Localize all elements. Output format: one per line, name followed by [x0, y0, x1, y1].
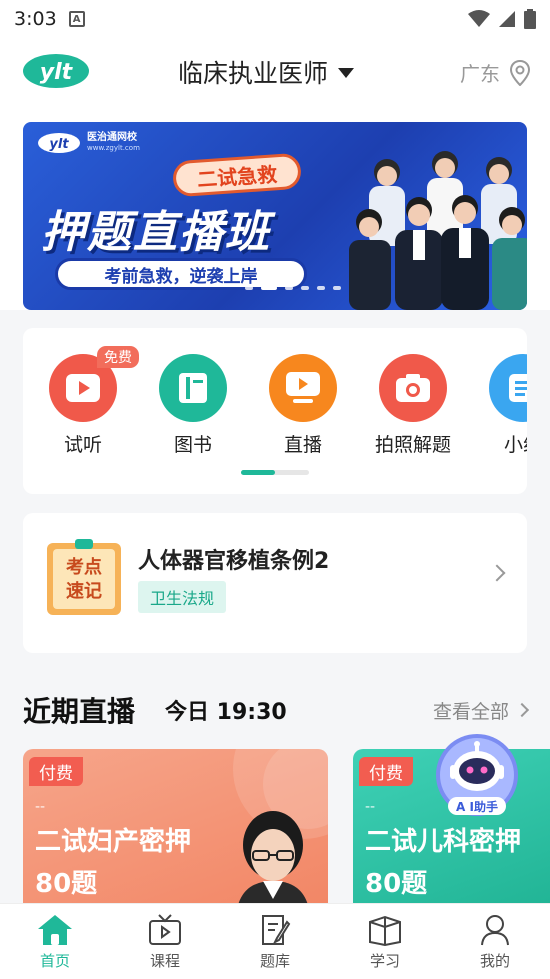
signal-icon — [499, 11, 515, 27]
banner-logo: ylt — [38, 133, 80, 153]
pagination-dot[interactable] — [317, 286, 325, 290]
status-bar: 3:03 A — [0, 0, 550, 38]
ai-assistant-label: A I助手 — [448, 797, 506, 815]
pagination-dot[interactable] — [285, 286, 293, 290]
svg-text:ylt: ylt — [40, 60, 74, 85]
notification-icon: A — [68, 11, 85, 27]
pagination-dot[interactable] — [301, 286, 309, 290]
view-all-link[interactable]: 查看全部 — [432, 697, 530, 724]
group-icon — [509, 374, 527, 402]
feature-group[interactable]: 小组 — [477, 354, 527, 457]
feature-books[interactable]: 图书 — [147, 354, 239, 457]
nav-label: 学习 — [369, 952, 400, 970]
camera-icon — [396, 374, 430, 402]
ylt-logo[interactable]: ylt — [22, 52, 90, 90]
live-section-time: 今日 19:30 — [165, 700, 287, 725]
feature-trial[interactable]: 试听 — [37, 354, 129, 457]
banner-pagination — [245, 286, 341, 290]
location-pin-icon — [510, 59, 530, 86]
paid-badge: 付费 — [359, 757, 413, 786]
play-icon — [66, 374, 100, 402]
chevron-right-icon — [488, 564, 506, 582]
nav-courses[interactable]: 课程 — [110, 904, 220, 979]
pagination-dot[interactable] — [245, 286, 253, 290]
feature-label: 直播 — [283, 434, 322, 456]
bottom-navigation: 首页 课程 题库 学习 我的 — [0, 903, 550, 979]
nav-profile[interactable]: 我的 — [440, 904, 550, 979]
feature-label: 小组 — [503, 434, 527, 456]
note-title: 人体器官移植条例2 — [138, 549, 330, 574]
teachers-image — [349, 151, 527, 310]
wifi-icon — [468, 10, 490, 27]
caret-down-icon — [338, 68, 355, 78]
feature-photo-solve[interactable]: 拍照解题 — [367, 354, 459, 457]
teacher-avatar — [237, 811, 309, 909]
banner-brand: ylt 医治通网校 www.zgylt.com — [37, 130, 140, 156]
paid-badge: 付费 — [29, 757, 83, 786]
profile-icon — [481, 915, 509, 946]
question-bank-icon — [262, 915, 291, 945]
feature-label: 图书 — [173, 434, 212, 456]
status-time: 3:03 — [14, 8, 57, 30]
app-header: ylt 临床执业医师 广东 — [0, 38, 550, 110]
feature-scroll-indicator — [241, 470, 309, 475]
live-tv-icon — [286, 372, 320, 403]
location-selector[interactable]: 广东 — [460, 58, 530, 87]
banner-title: 押题直播班 — [41, 207, 271, 258]
study-icon — [369, 915, 401, 946]
feature-live[interactable]: 直播 — [257, 354, 349, 457]
nav-home[interactable]: 首页 — [0, 904, 110, 979]
note-category-tag: 卫生法规 — [138, 581, 227, 613]
location-label: 广东 — [460, 62, 500, 86]
svg-text:速记: 速记 — [66, 580, 102, 602]
nav-study[interactable]: 学习 — [330, 904, 440, 979]
promo-banner[interactable]: ylt 医治通网校 www.zgylt.com 二试急救 押题直播班 考前急救，… — [23, 122, 527, 310]
banner-brand-url: www.zgylt.com — [87, 144, 140, 152]
feature-label: 试听 — [63, 434, 102, 456]
pagination-dot[interactable] — [333, 286, 341, 290]
tv-icon — [149, 914, 181, 945]
svg-text:ylt: ylt — [49, 137, 69, 152]
knowledge-note-card[interactable]: 考点 速记 人体器官移植条例2 卫生法规 — [23, 513, 527, 653]
banner-tag: 二试急救 — [171, 152, 303, 198]
live-card[interactable]: 付费 -- 二试妇产密押80题 — [23, 749, 328, 909]
ai-assistant-button[interactable]: A I助手 — [434, 733, 520, 817]
nav-label: 题库 — [259, 952, 290, 970]
live-card-title: 二试妇产密押80题 — [35, 827, 192, 899]
nav-question-bank[interactable]: 题库 — [220, 904, 330, 979]
book-icon — [179, 373, 207, 403]
feature-label: 拍照解题 — [374, 434, 451, 456]
exam-title: 临床执业医师 — [178, 59, 329, 88]
feature-grid: 试听 免费 图书 直播 拍照解题 小组 — [23, 328, 527, 494]
chevron-right-icon — [514, 702, 530, 718]
live-section-header: 近期直播 今日 19:30 查看全部 — [23, 690, 530, 730]
live-section-title: 近期直播 — [23, 695, 136, 728]
nav-label: 课程 — [149, 952, 180, 970]
nav-label: 我的 — [479, 952, 510, 970]
banner-brand-name: 医治通网校 — [87, 132, 137, 143]
quick-notes-icon: 考点 速记 — [47, 539, 121, 615]
card-subtitle: -- — [35, 799, 46, 815]
battery-icon — [524, 9, 536, 29]
status-indicators — [468, 9, 536, 29]
home-icon — [38, 915, 72, 945]
svg-text:考点: 考点 — [66, 556, 102, 578]
nav-label: 首页 — [39, 952, 70, 970]
free-badge: 免费 — [97, 346, 139, 368]
exam-selector[interactable]: 临床执业医师 — [178, 54, 355, 90]
live-card-title: 二试儿科密押80题 — [365, 827, 522, 899]
card-subtitle: -- — [365, 799, 376, 815]
view-all-label: 查看全部 — [432, 700, 509, 723]
pagination-dot[interactable] — [261, 286, 277, 290]
